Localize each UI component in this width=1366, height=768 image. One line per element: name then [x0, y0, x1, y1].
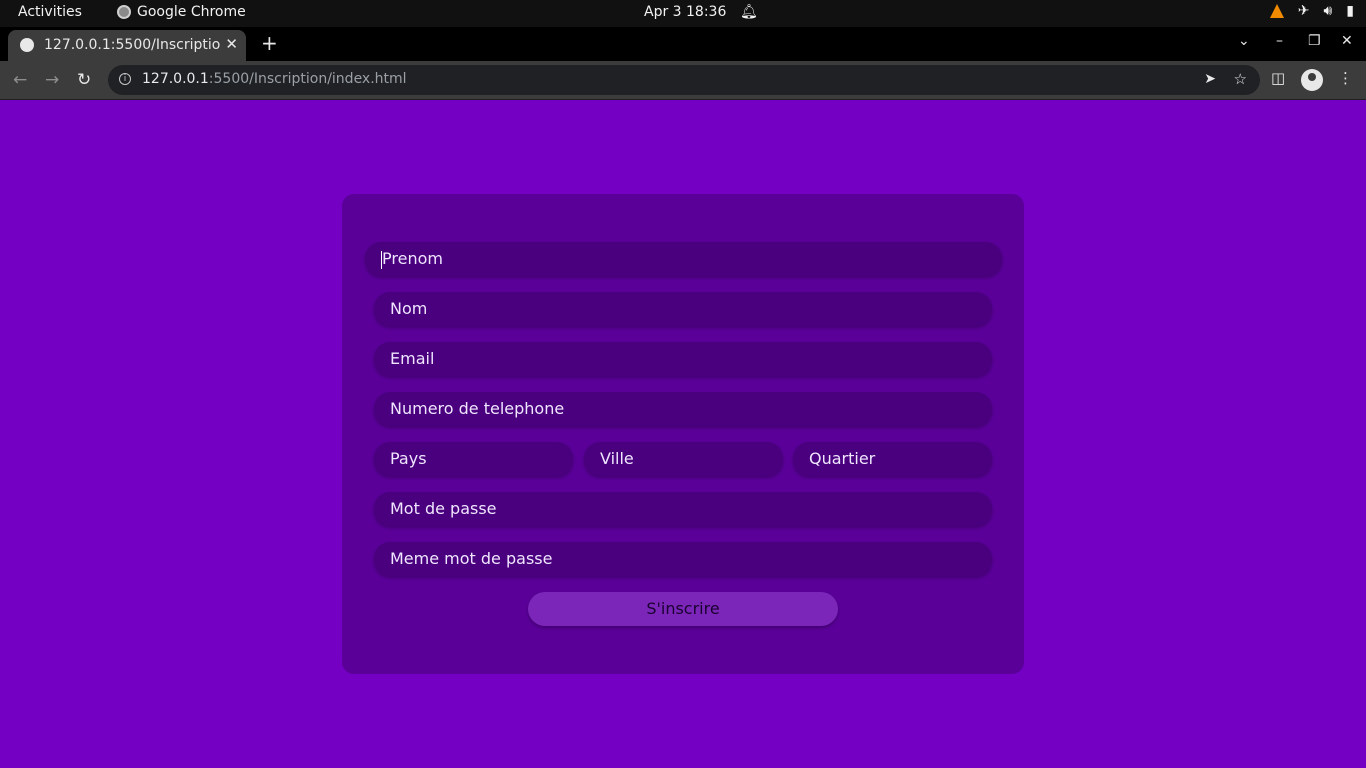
activities-button[interactable]: Activities [18, 4, 82, 20]
email-placeholder: Email [390, 349, 435, 368]
password-input[interactable]: Mot de passe [374, 492, 992, 526]
pays-input[interactable]: Pays [374, 442, 573, 476]
address-bar[interactable]: i 127.0.0.1:5500/Inscription/index.html … [108, 65, 1260, 95]
close-window-icon[interactable]: ✕ [1341, 33, 1353, 49]
minimize-icon[interactable]: – [1276, 33, 1283, 49]
confirm-password-input[interactable]: Meme mot de passe [374, 542, 992, 576]
restore-icon[interactable]: ❐ [1308, 33, 1321, 49]
chrome-icon [117, 5, 131, 19]
email-input[interactable]: Email [374, 342, 992, 376]
tab-title: 127.0.0.1:5500/Inscription/index.html [44, 37, 220, 53]
forward-icon[interactable]: → [45, 70, 59, 90]
vlc-icon[interactable] [1269, 4, 1284, 18]
nom-placeholder: Nom [390, 299, 428, 318]
quartier-placeholder: Quartier [809, 449, 876, 468]
notification-bell-icon[interactable]: 🔔︎ [740, 4, 758, 20]
site-info-icon[interactable]: i [119, 73, 131, 85]
confirm-password-placeholder: Meme mot de passe [390, 549, 553, 568]
telephone-input[interactable]: Numero de telephone [374, 392, 992, 426]
tab-strip: 127.0.0.1:5500/Inscription/index.html ✕ [0, 27, 1366, 61]
menu-icon[interactable]: ⋮ [1338, 69, 1353, 87]
airplane-mode-icon: ✈ [1297, 3, 1310, 19]
prenom-input[interactable]: Prenom [365, 242, 1002, 276]
ville-input[interactable]: Ville [584, 442, 783, 476]
password-placeholder: Mot de passe [390, 499, 497, 518]
send-icon[interactable]: ➤ [1204, 71, 1216, 87]
app-menu[interactable]: Google Chrome [117, 4, 246, 20]
tab-close-icon[interactable]: ✕ [225, 35, 238, 53]
browser-tab[interactable]: 127.0.0.1:5500/Inscription/index.html ✕ [8, 30, 246, 61]
globe-icon [20, 38, 34, 52]
bookmark-star-icon[interactable]: ☆ [1234, 70, 1247, 88]
browser-toolbar: ← → ↻ i 127.0.0.1:5500/Inscription/index… [0, 61, 1366, 100]
reload-icon[interactable]: ↻ [77, 70, 91, 90]
back-icon[interactable]: ← [13, 70, 27, 90]
battery-icon: ▮ [1346, 3, 1354, 19]
tab-search-icon[interactable]: ⌄ [1238, 33, 1250, 49]
new-tab-button[interactable]: + [261, 33, 278, 53]
system-top-bar: Activities Google Chrome Apr 3 18:36 🔔︎ … [0, 0, 1366, 27]
volume-icon: 🔊︎ [1323, 3, 1333, 19]
prenom-placeholder: Prenom [382, 249, 443, 268]
profile-avatar-icon[interactable] [1301, 69, 1323, 91]
clock[interactable]: Apr 3 18:36 [644, 4, 726, 20]
telephone-placeholder: Numero de telephone [390, 399, 565, 418]
nom-input[interactable]: Nom [374, 292, 992, 326]
url-text[interactable]: 127.0.0.1:5500/Inscription/index.html [142, 71, 407, 87]
signup-button[interactable]: S'inscrire [528, 592, 838, 626]
app-name: Google Chrome [137, 4, 246, 20]
pays-placeholder: Pays [390, 449, 427, 468]
ville-placeholder: Ville [600, 449, 634, 468]
side-panel-icon[interactable]: ◫ [1271, 69, 1285, 87]
system-tray[interactable]: ✈ 🔊︎ ▮ [1269, 3, 1354, 19]
quartier-input[interactable]: Quartier [793, 442, 992, 476]
